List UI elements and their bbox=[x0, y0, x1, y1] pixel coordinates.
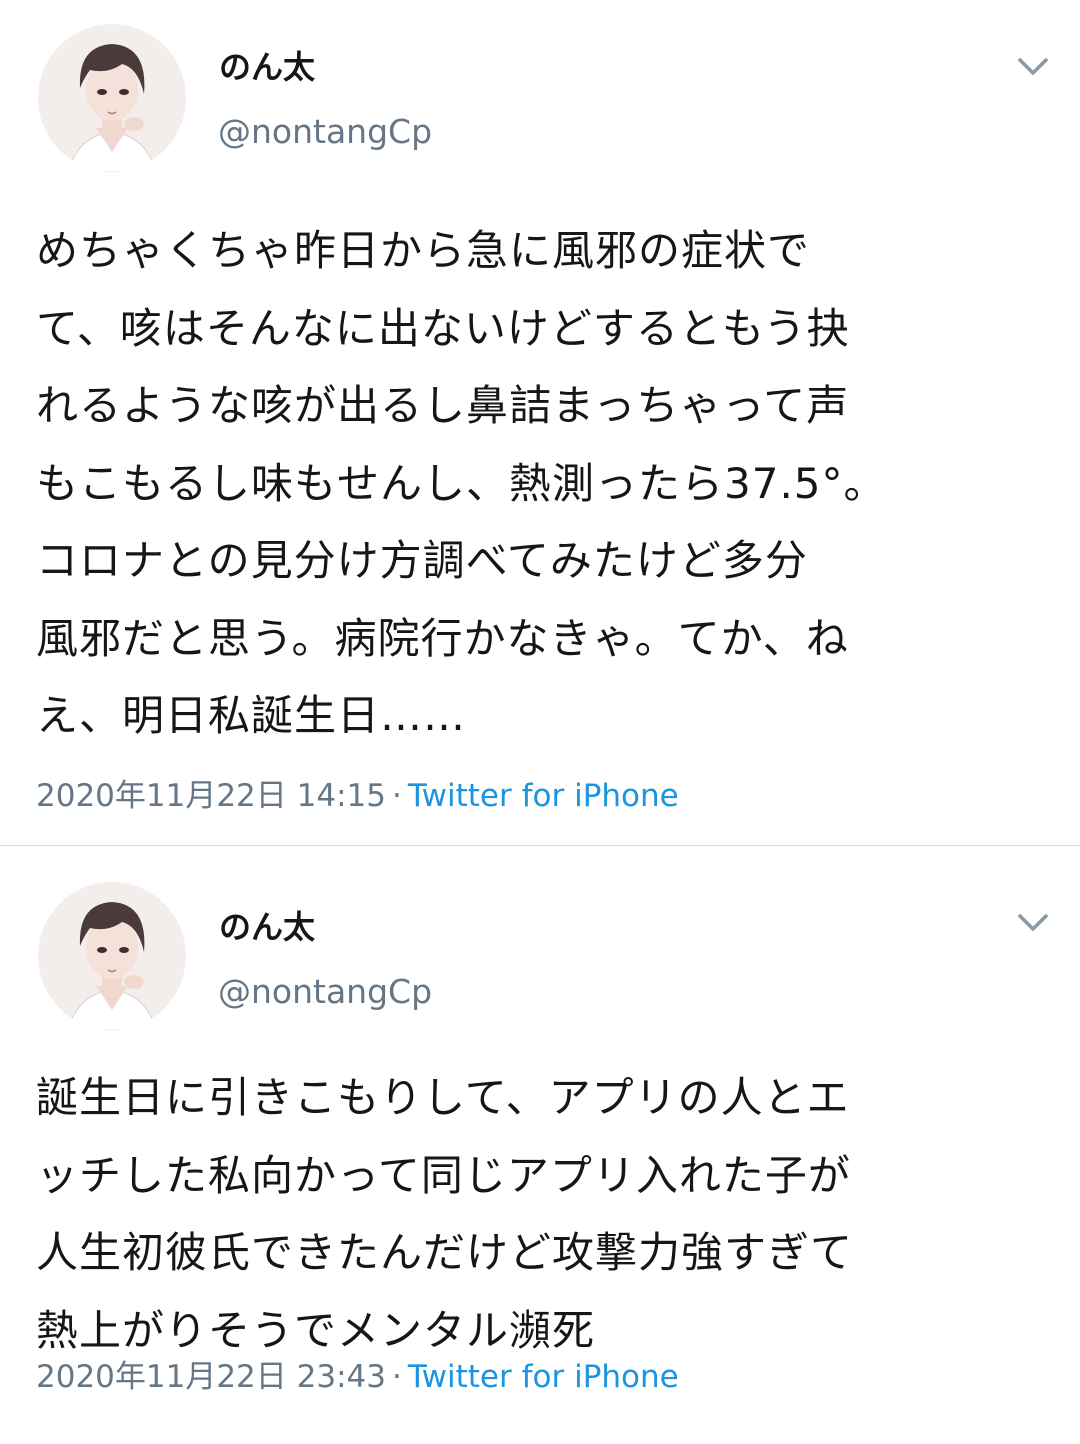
tweet[interactable]: のん太 @nontangCp めちゃくちゃ昨日から急に風邪の症状で て、咳はそん… bbox=[0, 0, 1080, 845]
tweet-meta: 2020年11月22日 14:15 · Twitter for iPhone bbox=[36, 770, 679, 815]
tweet-text: めちゃくちゃ昨日から急に風邪の症状で て、咳はそんなに出ないけどするともう抉 れ… bbox=[36, 226, 887, 740]
meta-separator: · bbox=[391, 1359, 402, 1395]
tweet-meta: 2020年11月22日 23:43 · Twitter for iPhone bbox=[36, 1351, 679, 1396]
avatar-illustration bbox=[38, 24, 186, 172]
tweet[interactable]: のん太 @nontangCp 誕生日に引きこもりして、アプリの人とエ ッチした私… bbox=[0, 846, 1080, 1444]
user-handle[interactable]: @nontangCp bbox=[218, 112, 432, 151]
display-name[interactable]: のん太 bbox=[219, 42, 315, 88]
avatar[interactable] bbox=[38, 882, 186, 1030]
tweet-timestamp[interactable]: 2020年11月22日 23:43 bbox=[36, 1359, 386, 1395]
tweet-source-link[interactable]: Twitter for iPhone bbox=[408, 1359, 679, 1395]
display-name[interactable]: のん太 bbox=[219, 902, 315, 948]
tweet-source-link[interactable]: Twitter for iPhone bbox=[408, 778, 679, 814]
tweet-timestamp[interactable]: 2020年11月22日 14:15 bbox=[36, 778, 386, 814]
tweet-text: 誕生日に引きこもりして、アプリの人とエ ッチした私向かって同じアプリ入れた子が … bbox=[36, 1073, 854, 1355]
avatar[interactable] bbox=[38, 24, 186, 172]
meta-separator: · bbox=[391, 778, 402, 814]
avatar-illustration bbox=[38, 882, 186, 1030]
user-handle[interactable]: @nontangCp bbox=[218, 972, 432, 1011]
chevron-down-icon[interactable] bbox=[1012, 48, 1054, 84]
chevron-down-icon[interactable] bbox=[1012, 904, 1054, 940]
